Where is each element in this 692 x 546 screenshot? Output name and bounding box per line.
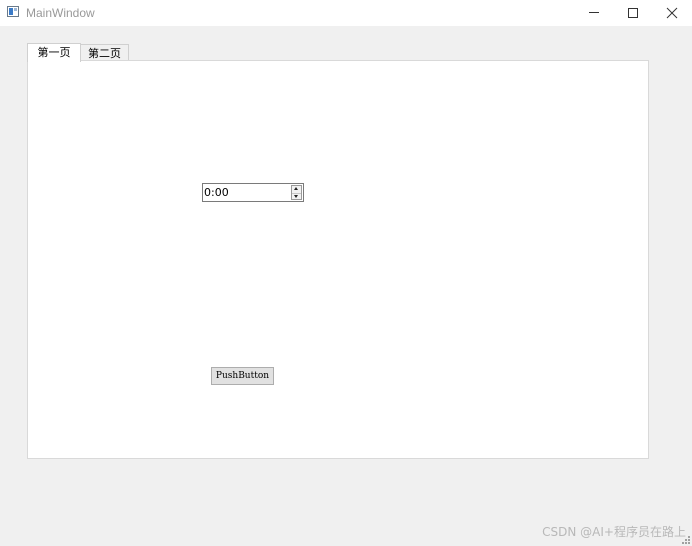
tab-page-1-panel: 0:00 PushButton: [27, 60, 649, 459]
minimize-icon: [589, 12, 599, 13]
tab-page-1-label: 第一页: [37, 46, 71, 59]
tab-page-2-label: 第二页: [88, 47, 121, 60]
size-grip[interactable]: [682, 536, 690, 544]
time-edit-spinner: [291, 185, 302, 200]
maximize-button[interactable]: [613, 0, 653, 26]
window-title: MainWindow: [26, 6, 95, 20]
tab-page-1[interactable]: 第一页: [27, 43, 81, 62]
title-bar: MainWindow: [0, 0, 692, 26]
maximize-icon: [628, 8, 638, 18]
time-edit-value[interactable]: 0:00: [204, 185, 229, 200]
close-button[interactable]: [652, 0, 692, 26]
spin-down-arrow-icon[interactable]: [292, 193, 301, 200]
minimize-button[interactable]: [574, 0, 614, 26]
tab-page-2[interactable]: 第二页: [80, 44, 129, 61]
close-icon: [666, 7, 678, 19]
time-edit[interactable]: 0:00: [202, 183, 304, 202]
spin-up-arrow-icon[interactable]: [292, 186, 301, 192]
watermark: CSDN @AI+程序员在路上: [542, 525, 686, 539]
push-button[interactable]: PushButton: [211, 367, 274, 385]
app-window-icon: [7, 6, 19, 17]
